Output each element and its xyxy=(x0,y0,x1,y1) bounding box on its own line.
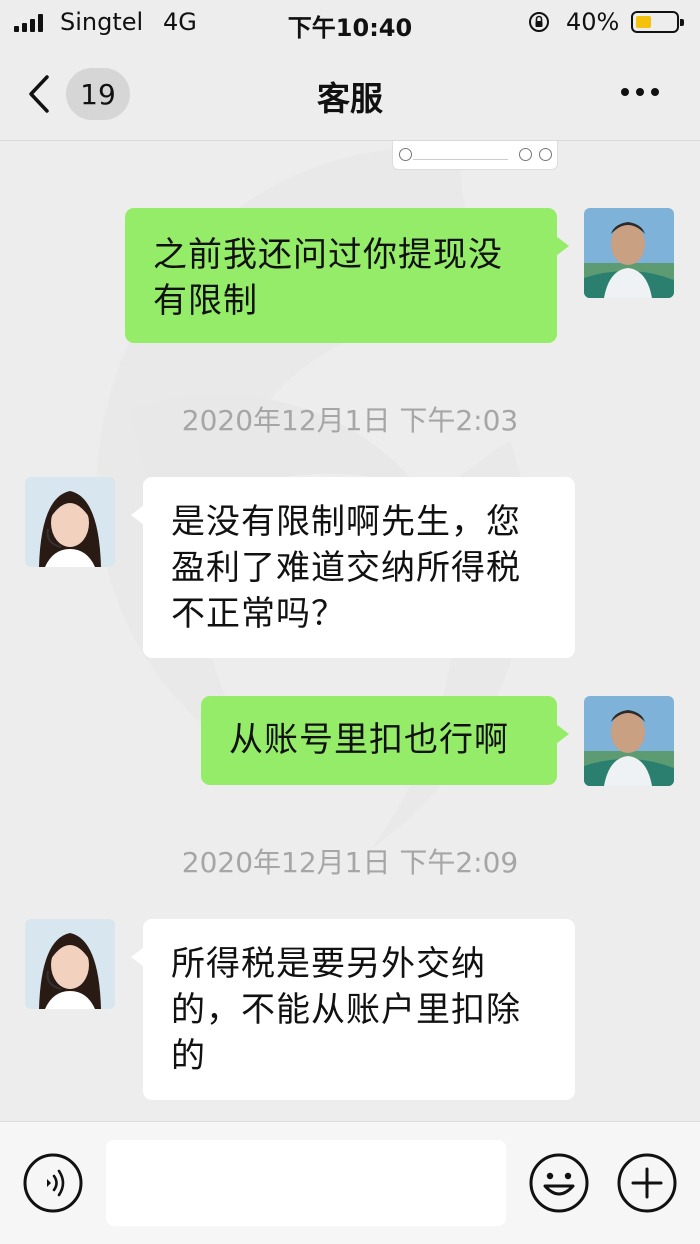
agent-avatar[interactable] xyxy=(25,919,115,1009)
user-photo xyxy=(584,696,674,786)
plus-icon[interactable] xyxy=(616,1152,678,1214)
input-bar xyxy=(0,1121,700,1244)
user-avatar[interactable] xyxy=(584,696,674,786)
agent-photo xyxy=(25,919,115,1009)
received-message-bubble[interactable]: 是没有限制啊先生，您盈利了难道交纳所得税不正常吗？ xyxy=(131,477,575,658)
agent-avatar[interactable] xyxy=(25,477,115,567)
user-photo xyxy=(584,208,674,298)
message-input[interactable] xyxy=(106,1140,506,1226)
message-timestamp: 2020年12月1日 下午2:09 xyxy=(181,846,519,879)
message-timestamp: 2020年12月1日 下午2:03 xyxy=(181,404,519,437)
battery-icon xyxy=(631,11,684,33)
message-text: 之前我还问过你提现没有限制 xyxy=(153,235,503,321)
received-message-bubble[interactable]: 所得税是要另外交纳的，不能从账户里扣除的 xyxy=(131,919,575,1100)
orientation-lock-icon xyxy=(529,12,549,32)
more-options-button[interactable] xyxy=(610,74,670,110)
sent-message-bubble[interactable]: 之前我还问过你提现没有限制 xyxy=(125,208,569,343)
voice-icon[interactable] xyxy=(22,1152,84,1214)
user-avatar[interactable] xyxy=(584,208,674,298)
message-text: 所得税是要另外交纳的，不能从账户里扣除的 xyxy=(171,944,521,1076)
battery-percent: 40% xyxy=(566,8,620,36)
message-text: 从账号里扣也行啊 xyxy=(229,720,509,760)
message-list[interactable]: 之前我还问过你提现没有限制 2020年12月1日 下午2:03 是没有限制啊先生… xyxy=(0,141,700,1121)
emoji-icon[interactable] xyxy=(528,1152,590,1214)
previous-message-snippet xyxy=(392,141,558,170)
chat-title: 客服 xyxy=(317,79,383,118)
agent-photo xyxy=(25,477,115,567)
status-bar: Singtel 4G 下午10:40 40% xyxy=(0,0,700,46)
message-text: 是没有限制啊先生，您盈利了难道交纳所得税不正常吗？ xyxy=(171,502,521,634)
battery-fill xyxy=(636,16,652,28)
chat-header: 19 客服 xyxy=(0,46,700,141)
sent-message-bubble[interactable]: 从账号里扣也行啊 xyxy=(201,696,569,785)
ellipsis-icon xyxy=(621,88,629,96)
